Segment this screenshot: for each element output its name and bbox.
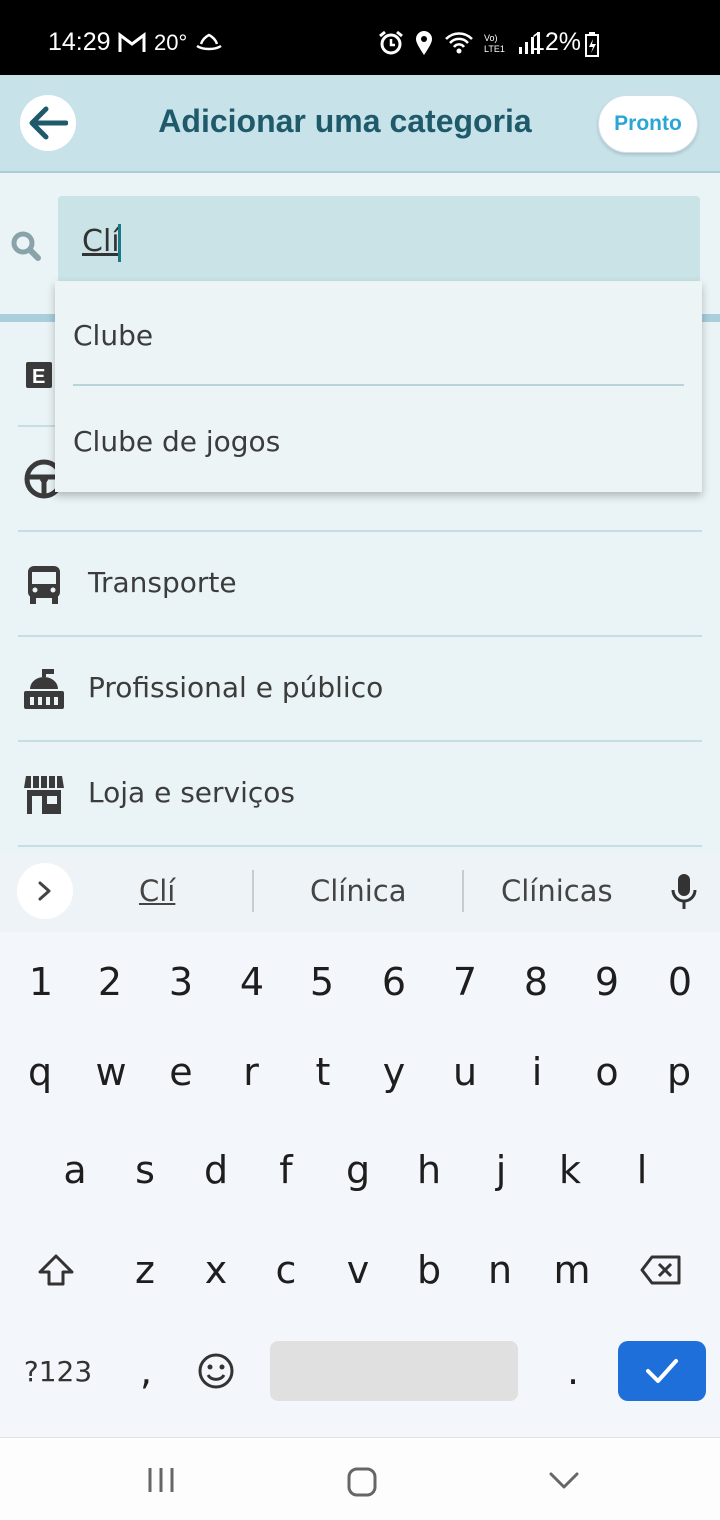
suggestion-item-clube[interactable]: Clube bbox=[73, 281, 684, 386]
key-5[interactable]: 5 bbox=[288, 947, 356, 1017]
suggestion-divider bbox=[252, 870, 254, 912]
symbols-key[interactable]: ?123 bbox=[18, 1346, 98, 1396]
home-icon[interactable] bbox=[346, 1466, 378, 1498]
list-item-profissional[interactable]: Profissional e público bbox=[18, 637, 702, 742]
key-i[interactable]: i bbox=[503, 1037, 571, 1107]
done-button[interactable]: Pronto bbox=[598, 95, 698, 153]
status-temperature: 20° bbox=[154, 30, 188, 55]
list-item-label: Transporte bbox=[88, 566, 237, 599]
enter-key[interactable] bbox=[618, 1341, 706, 1401]
word-suggestion-1[interactable]: Clí bbox=[139, 874, 175, 908]
key-p[interactable]: p bbox=[645, 1037, 713, 1107]
key-y[interactable]: y bbox=[360, 1037, 428, 1107]
key-3[interactable]: 3 bbox=[147, 947, 215, 1017]
checkmark-icon bbox=[646, 1359, 678, 1383]
search-input[interactable]: Clí bbox=[58, 196, 700, 284]
wifi-icon bbox=[445, 32, 473, 54]
key-u[interactable]: u bbox=[431, 1037, 499, 1107]
app-header: Adicionar uma categoria Pronto bbox=[0, 75, 720, 173]
location-icon bbox=[416, 31, 432, 55]
status-bar: 14:29 20° Vo) LTE1 12% bbox=[0, 0, 720, 75]
chevron-right-icon bbox=[38, 881, 51, 901]
bus-icon bbox=[28, 566, 60, 604]
battery-icon bbox=[585, 32, 599, 57]
battery-percent: 12% bbox=[531, 28, 582, 56]
key-z[interactable]: z bbox=[111, 1235, 179, 1305]
svg-text:Vo): Vo) bbox=[484, 33, 498, 43]
list-item-transporte[interactable]: Transporte bbox=[18, 532, 702, 637]
autocomplete-dropdown: Clube Clube de jogos bbox=[55, 281, 702, 492]
list-item-label: Loja e serviços bbox=[88, 776, 295, 809]
key-0[interactable]: 0 bbox=[646, 947, 714, 1017]
expand-toolbar-button[interactable] bbox=[17, 863, 73, 919]
period-key[interactable]: . bbox=[539, 1336, 607, 1406]
key-2[interactable]: 2 bbox=[76, 947, 144, 1017]
shift-icon bbox=[38, 1254, 74, 1286]
gmail-icon bbox=[118, 32, 146, 52]
microphone-icon[interactable] bbox=[668, 872, 700, 912]
key-e[interactable]: e bbox=[147, 1037, 215, 1107]
key-v[interactable]: v bbox=[324, 1235, 392, 1305]
space-key[interactable] bbox=[270, 1341, 518, 1401]
svg-text:LTE1: LTE1 bbox=[484, 44, 505, 54]
key-x[interactable]: x bbox=[182, 1235, 250, 1305]
shift-key[interactable] bbox=[22, 1235, 90, 1305]
key-h[interactable]: h bbox=[395, 1135, 463, 1205]
key-k[interactable]: k bbox=[536, 1135, 604, 1205]
key-o[interactable]: o bbox=[573, 1037, 641, 1107]
key-d[interactable]: d bbox=[182, 1135, 250, 1205]
key-g[interactable]: g bbox=[324, 1135, 392, 1205]
key-s[interactable]: s bbox=[111, 1135, 179, 1205]
key-8[interactable]: 8 bbox=[502, 947, 570, 1017]
keyboard-suggestion-bar: Clí Clínica Clínicas bbox=[0, 852, 720, 932]
key-q[interactable]: q bbox=[6, 1037, 74, 1107]
status-time: 14:29 bbox=[48, 28, 111, 56]
key-4[interactable]: 4 bbox=[218, 947, 286, 1017]
chevron-down-icon[interactable] bbox=[548, 1470, 580, 1492]
key-t[interactable]: t bbox=[289, 1037, 357, 1107]
key-j[interactable]: j bbox=[467, 1135, 535, 1205]
key-1[interactable]: 1 bbox=[7, 947, 75, 1017]
key-f[interactable]: f bbox=[252, 1135, 320, 1205]
comma-key[interactable]: , bbox=[112, 1336, 180, 1406]
keyboard: 1 2 3 4 5 6 7 8 9 0 q w e r t y u i o p … bbox=[0, 932, 720, 1437]
text-caret bbox=[118, 224, 121, 262]
boat-icon bbox=[196, 33, 222, 51]
key-n[interactable]: n bbox=[466, 1235, 534, 1305]
suggestion-label: Clube bbox=[73, 319, 154, 352]
suggestion-label: Clube de jogos bbox=[73, 425, 281, 458]
system-nav-bar bbox=[0, 1437, 720, 1520]
key-a[interactable]: a bbox=[41, 1135, 109, 1205]
recent-apps-icon[interactable] bbox=[146, 1466, 176, 1494]
word-suggestion-2[interactable]: Clínica bbox=[310, 874, 407, 908]
government-building-icon bbox=[24, 669, 64, 709]
key-w[interactable]: w bbox=[77, 1037, 145, 1107]
backspace-key[interactable] bbox=[627, 1235, 695, 1305]
search-input-value: Clí bbox=[82, 224, 120, 259]
suggestion-item-clube-de-jogos[interactable]: Clube de jogos bbox=[73, 387, 684, 492]
word-suggestion-3[interactable]: Clínicas bbox=[501, 874, 613, 908]
volte-icon: Vo)LTE1 bbox=[484, 33, 505, 54]
list-item-label: Profissional e público bbox=[88, 671, 384, 704]
key-7[interactable]: 7 bbox=[431, 947, 499, 1017]
key-r[interactable]: r bbox=[217, 1037, 285, 1107]
backspace-icon bbox=[640, 1255, 681, 1285]
page-title: Adicionar uma categoria bbox=[158, 103, 532, 139]
key-c[interactable]: c bbox=[252, 1235, 320, 1305]
search-icon bbox=[11, 231, 41, 261]
key-m[interactable]: m bbox=[538, 1235, 606, 1305]
emoji-key[interactable] bbox=[182, 1336, 250, 1406]
list-item-loja[interactable]: Loja e serviços bbox=[18, 742, 702, 847]
emoji-icon bbox=[198, 1353, 234, 1389]
key-6[interactable]: 6 bbox=[360, 947, 428, 1017]
suggestion-divider bbox=[462, 870, 464, 912]
store-icon bbox=[24, 776, 64, 814]
key-l[interactable]: l bbox=[608, 1135, 676, 1205]
key-9[interactable]: 9 bbox=[573, 947, 641, 1017]
svg-text:E: E bbox=[32, 366, 45, 388]
key-b[interactable]: b bbox=[395, 1235, 463, 1305]
alarm-icon bbox=[379, 30, 403, 55]
